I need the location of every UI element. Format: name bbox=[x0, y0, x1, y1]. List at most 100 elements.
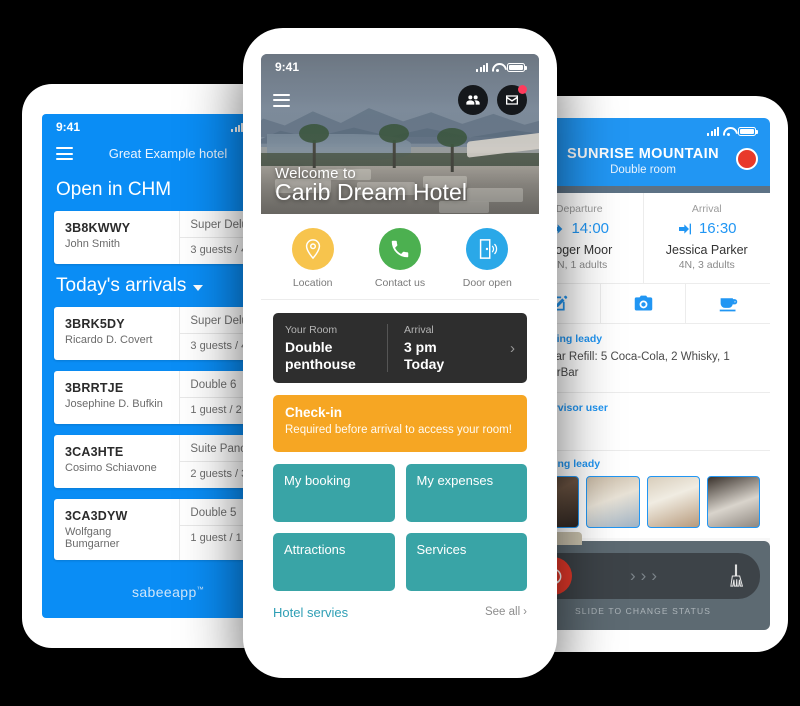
checkin-title: Check-in bbox=[285, 405, 343, 421]
see-all-label: See all bbox=[484, 606, 521, 619]
messages-button[interactable] bbox=[497, 85, 527, 115]
tile-attractions[interactable]: Attractions bbox=[273, 532, 395, 591]
hamburger-menu-icon[interactable] bbox=[273, 93, 290, 107]
quick-action-contact[interactable]: Contact us bbox=[356, 228, 443, 289]
hero-welcome-text: Welcome to Carib Dream Hotel bbox=[275, 165, 467, 206]
arrival-block: Arrival 3 pm Today bbox=[387, 324, 506, 373]
battery-icon bbox=[738, 126, 758, 136]
booking-guest-name: Wolfgang Bumgarner bbox=[65, 526, 120, 550]
see-all-link[interactable]: See all › bbox=[485, 606, 527, 618]
signal-icon bbox=[707, 126, 719, 136]
hamburger-menu-icon[interactable] bbox=[56, 147, 73, 160]
booking-guest-name: Ricardo D. Covert bbox=[65, 334, 153, 346]
booking-identity: 3BRRTJE Josephine D. Bufkin bbox=[54, 371, 179, 424]
wifi-icon bbox=[492, 63, 503, 72]
slide-to-change-status[interactable]: ››› bbox=[526, 553, 760, 599]
coffee-button[interactable] bbox=[685, 284, 770, 323]
arrival-time: 16:30 bbox=[698, 220, 737, 237]
room-subtitle: Double room bbox=[610, 164, 676, 176]
departure-time: 14:00 bbox=[571, 220, 610, 237]
checkin-banner[interactable]: Check-in Required before arrival to acce… bbox=[273, 395, 527, 452]
unread-badge bbox=[518, 85, 527, 94]
contact-icon-circle bbox=[378, 228, 421, 270]
section-title: Today's arrivals bbox=[56, 275, 187, 296]
signal-icon bbox=[231, 122, 243, 132]
hero-action-icons bbox=[458, 85, 527, 115]
quick-action-label: Door open bbox=[462, 277, 512, 289]
door-key-icon bbox=[480, 239, 498, 259]
center-device-screen: 9:41 Welcome to Carib Dream Hotel Locati… bbox=[261, 54, 539, 652]
tile-my-booking[interactable]: My booking bbox=[273, 463, 395, 522]
broom-button[interactable] bbox=[720, 563, 752, 589]
chevron-right-icon: › bbox=[523, 606, 527, 619]
envelope-icon bbox=[506, 95, 518, 105]
booking-code: 3B8KWWY bbox=[65, 221, 131, 235]
center-status-icons bbox=[476, 62, 527, 72]
record-status-button[interactable] bbox=[736, 148, 758, 170]
slider-label: SLIDE TO CHANGE STATUS bbox=[575, 606, 711, 616]
quick-action-label: Location bbox=[292, 277, 333, 289]
camera-icon bbox=[634, 295, 652, 311]
showcase-stage: 9:41 Great Example hotel Open in CHM 3B8… bbox=[0, 0, 800, 706]
arrive-arrow-icon bbox=[678, 223, 691, 234]
signal-icon bbox=[476, 62, 488, 72]
room-value-line-1: Double bbox=[285, 339, 333, 355]
hotel-name: Carib Dream Hotel bbox=[275, 179, 468, 205]
map-pin-icon bbox=[305, 239, 320, 260]
booking-code: 3CA3DYW bbox=[65, 509, 128, 523]
photo-thumbnail[interactable] bbox=[706, 476, 760, 529]
center-status-time: 9:41 bbox=[275, 60, 300, 74]
arrival-detail: 4N, 3 adults bbox=[678, 259, 735, 271]
arrival-value-line-1: 3 pm bbox=[404, 339, 437, 355]
feature-tile-grid: My booking My expenses Attractions Servi… bbox=[273, 463, 527, 591]
quick-actions-row: Location Contact us Door open bbox=[261, 214, 539, 300]
tile-my-expenses[interactable]: My expenses bbox=[405, 463, 527, 522]
trademark-symbol: ™ bbox=[196, 586, 205, 594]
booking-code: 3BRRTJE bbox=[65, 381, 124, 395]
hotel-services-title: Hotel servies bbox=[273, 604, 349, 620]
left-status-time: 9:41 bbox=[56, 120, 81, 134]
your-room-block: Your Room Double penthouse bbox=[285, 324, 387, 372]
phone-icon bbox=[391, 240, 409, 258]
your-room-value: Double penthouse bbox=[285, 339, 387, 372]
broom-icon bbox=[730, 564, 744, 587]
center-status-bar: 9:41 bbox=[261, 54, 539, 80]
booking-guest-name: John Smith bbox=[65, 238, 121, 250]
photos-author: Cleaning leady bbox=[526, 458, 601, 471]
tile-services[interactable]: Services bbox=[405, 532, 527, 591]
note-author: Supervisor user bbox=[528, 402, 608, 415]
booking-code: 3BRK5DY bbox=[65, 317, 125, 331]
wifi-icon bbox=[723, 127, 734, 136]
right-header-text: SUNRISE MOUNTAIN Double room bbox=[528, 146, 758, 176]
your-room-label: Your Room bbox=[285, 324, 338, 336]
logo-text: sabeeapp bbox=[131, 584, 197, 600]
quick-action-location[interactable]: Location bbox=[269, 228, 356, 289]
camera-button[interactable] bbox=[600, 284, 685, 323]
hotel-services-row: Hotel servies See all › bbox=[273, 605, 527, 620]
room-title: SUNRISE MOUNTAIN bbox=[567, 146, 719, 162]
guests-button[interactable] bbox=[458, 85, 488, 115]
arrival-value-line-2: Today bbox=[404, 355, 445, 372]
door-icon-circle bbox=[466, 228, 509, 270]
note-author: Cleaning leady bbox=[528, 333, 603, 345]
chevron-right-icon[interactable]: › bbox=[506, 324, 515, 372]
room-arrival-panel[interactable]: Your Room Double penthouse Arrival 3 pm … bbox=[273, 313, 527, 384]
guests-group-icon bbox=[466, 95, 480, 105]
photo-thumbnail-row bbox=[526, 476, 760, 529]
arrival-time-row: 16:30 bbox=[652, 220, 763, 237]
arrival-label: Arrival bbox=[404, 324, 434, 336]
hero-top-bar bbox=[261, 80, 539, 120]
room-value-line-2: penthouse bbox=[285, 355, 356, 372]
chevron-down-icon[interactable] bbox=[193, 285, 204, 291]
sabeeapp-logo: sabeeapp™ bbox=[132, 584, 204, 600]
right-status-icons bbox=[707, 126, 758, 136]
arrival-guest: Jessica Parker bbox=[665, 243, 748, 257]
photo-thumbnail[interactable] bbox=[586, 476, 640, 529]
quick-action-label: Contact us bbox=[374, 277, 426, 289]
booking-code: 3CA3HTE bbox=[65, 445, 124, 459]
booking-identity: 3CA3DYW Wolfgang Bumgarner bbox=[54, 499, 179, 560]
booking-guest-name: Cosimo Schiavone bbox=[65, 462, 157, 474]
photo-thumbnail[interactable] bbox=[646, 476, 700, 529]
quick-action-door[interactable]: Door open bbox=[444, 228, 531, 289]
coffee-cup-icon bbox=[719, 298, 737, 312]
